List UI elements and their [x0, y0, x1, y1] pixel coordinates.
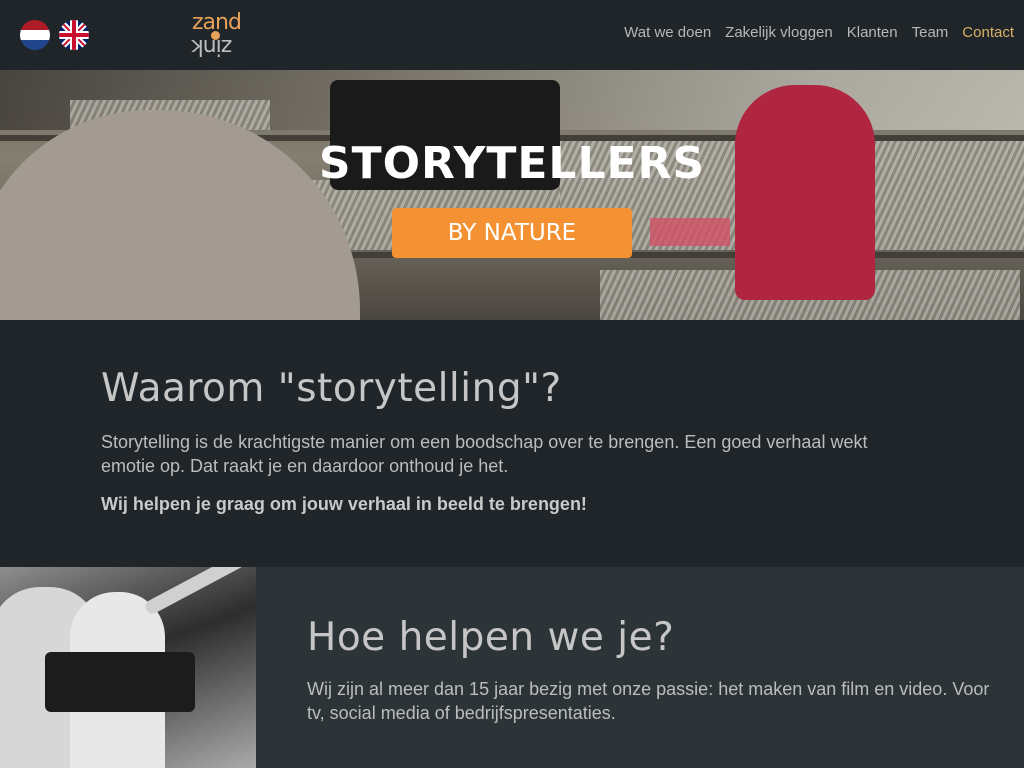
by-nature-button[interactable]: BY NATURE [392, 208, 632, 258]
nav-item-contact[interactable]: Contact [962, 24, 1014, 41]
hero-photo-detail [260, 252, 1024, 258]
woman-photo [735, 85, 875, 300]
uk-flag-icon[interactable] [59, 20, 89, 50]
hero-banner: STORYTELLERS BY NATURE [0, 70, 1024, 320]
nav-item-klanten[interactable]: Klanten [847, 24, 898, 41]
how-we-help-section: Hoe helpen we je? Wij zijn al meer dan 1… [0, 567, 1024, 768]
how-paragraph: Wij zijn al meer dan 15 jaar bezig met o… [307, 679, 990, 723]
netherlands-flag-icon[interactable] [20, 20, 50, 50]
nav-item-zakelijk-vloggen[interactable]: Zakelijk vloggen [725, 24, 833, 41]
why-emphasis: Wij helpen je graag om jouw verhaal in b… [101, 494, 587, 514]
how-heading: Hoe helpen we je? [307, 615, 675, 660]
basket-photo [650, 218, 730, 246]
team-photo-camera [45, 652, 195, 712]
nav-item-team[interactable]: Team [912, 24, 949, 41]
main-nav: Wat we doen Zakelijk vloggen Klanten Tea… [624, 24, 1014, 41]
why-paragraph: Storytelling is de krachtigste manier om… [101, 432, 868, 476]
logo-bottom-text: zink [192, 34, 233, 59]
why-storytelling-section: Waarom "storytelling"? Storytelling is d… [0, 320, 1024, 567]
why-heading: Waarom "storytelling"? [101, 366, 562, 411]
nav-item-wat-we-doen[interactable]: Wat we doen [624, 24, 711, 41]
team-photo [0, 567, 256, 768]
zand-zink-logo[interactable]: zand zink [192, 10, 256, 60]
site-header: zand zink Wat we doen Zakelijk vloggen K… [0, 0, 1024, 70]
hero-title: STORYTELLERS [318, 138, 706, 189]
